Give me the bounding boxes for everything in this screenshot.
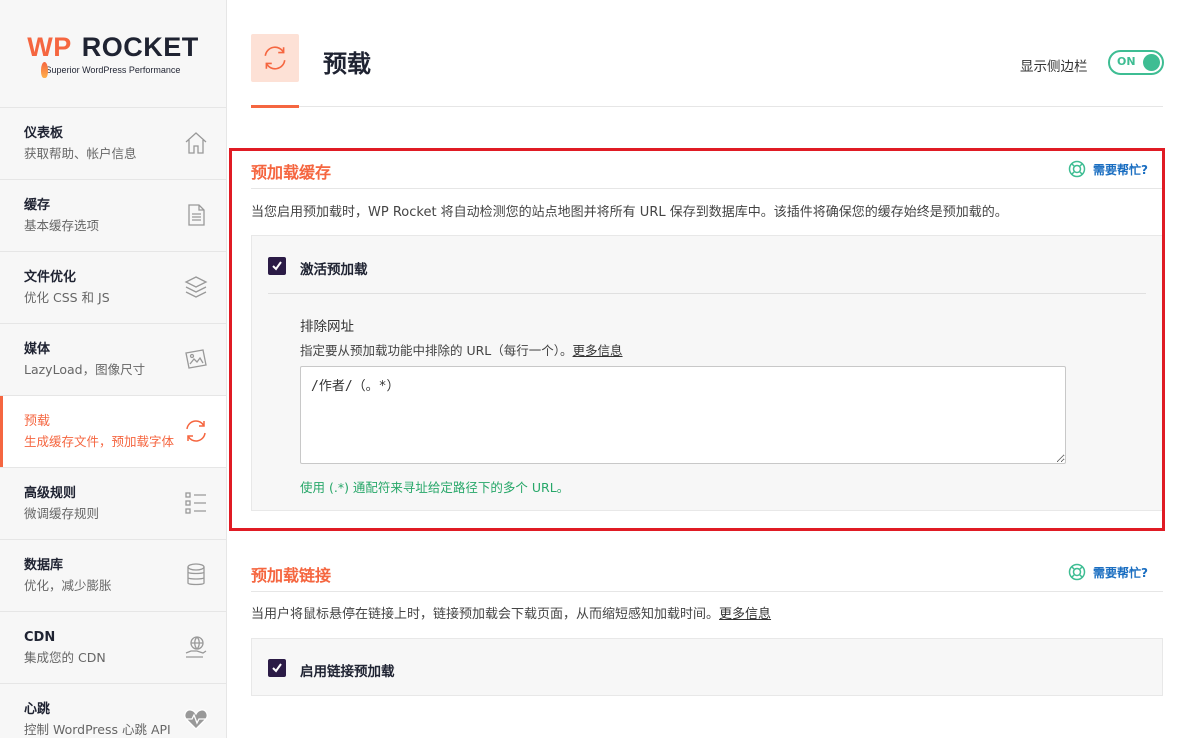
preload-links-title: 预加载链接 bbox=[251, 566, 332, 585]
preload-links-desc-text: 当用户将鼠标悬停在链接上时，链接预加载会下载页面，从而缩短感知加载时间。 bbox=[251, 607, 720, 622]
header-accent-underline bbox=[251, 105, 299, 108]
toggle-state-text: ON bbox=[1117, 55, 1136, 68]
checkmark-icon bbox=[272, 663, 282, 673]
sidebar-item-cache[interactable]: 缓存 基本缓存选项 bbox=[0, 180, 226, 252]
document-icon bbox=[188, 204, 205, 226]
highlight-frame bbox=[229, 148, 1165, 531]
globe-hand-icon bbox=[185, 636, 207, 658]
sidebar-item-dashboard[interactable]: 仪表板 获取帮助、帐户信息 bbox=[0, 108, 226, 180]
lifebuoy-icon bbox=[1068, 563, 1086, 581]
section-divider bbox=[251, 591, 1163, 592]
logo-tagline: Superior WordPress Performance bbox=[45, 65, 181, 75]
enable-link-preload-label[interactable]: 启用链接预加载 bbox=[300, 660, 395, 680]
help-label: 需要帮忙? bbox=[1093, 565, 1148, 580]
home-icon bbox=[185, 132, 207, 154]
header-divider bbox=[251, 106, 1163, 107]
rocket-flame-icon bbox=[41, 62, 48, 78]
wp-rocket-logo[interactable]: WP ROCKET Superior WordPress Performance bbox=[0, 0, 226, 108]
toggle-knob bbox=[1143, 54, 1160, 71]
logo-rocket-text: ROCKET bbox=[81, 32, 199, 62]
sidebar-item-heartbeat[interactable]: 心跳 控制 WordPress 心跳 API bbox=[0, 684, 226, 738]
page-title: 预载 bbox=[323, 50, 371, 78]
show-sidebar-label: 显示侧边栏 bbox=[1020, 59, 1088, 75]
enable-link-preload-checkbox[interactable] bbox=[268, 659, 286, 677]
list-icon bbox=[185, 492, 206, 514]
more-info-link[interactable]: 更多信息 bbox=[719, 607, 771, 622]
heartbeat-icon bbox=[184, 709, 208, 730]
show-sidebar-toggle[interactable]: ON bbox=[1108, 50, 1164, 75]
sidebar: WP ROCKET Superior WordPress Performance… bbox=[0, 0, 227, 738]
refresh-icon bbox=[186, 420, 206, 442]
sidebar-item-advanced-rules[interactable]: 高级规则 微调缓存规则 bbox=[0, 468, 226, 540]
refresh-icon bbox=[264, 46, 286, 70]
sidebar-item-file-optimization[interactable]: 文件优化 优化 CSS 和 JS bbox=[0, 252, 226, 324]
layers-icon bbox=[184, 276, 208, 298]
page-header-icon bbox=[251, 34, 299, 82]
sidebar-item-database[interactable]: 数据库 优化，减少膨胀 bbox=[0, 540, 226, 612]
logo-wp-text: WP bbox=[27, 32, 72, 62]
preload-links-help-link[interactable]: 需要帮忙? bbox=[1068, 563, 1148, 581]
sidebar-item-cdn[interactable]: CDN 集成您的 CDN bbox=[0, 612, 226, 684]
image-icon bbox=[185, 349, 207, 369]
sidebar-item-media[interactable]: 媒体 LazyLoad，图像尺寸 bbox=[0, 324, 226, 396]
preload-links-description: 当用户将鼠标悬停在链接上时，链接预加载会下载页面，从而缩短感知加载时间。更多信息 bbox=[251, 603, 771, 622]
sidebar-item-preload[interactable]: 预载 生成缓存文件，预加载字体 bbox=[0, 396, 226, 468]
database-icon bbox=[187, 563, 205, 586]
